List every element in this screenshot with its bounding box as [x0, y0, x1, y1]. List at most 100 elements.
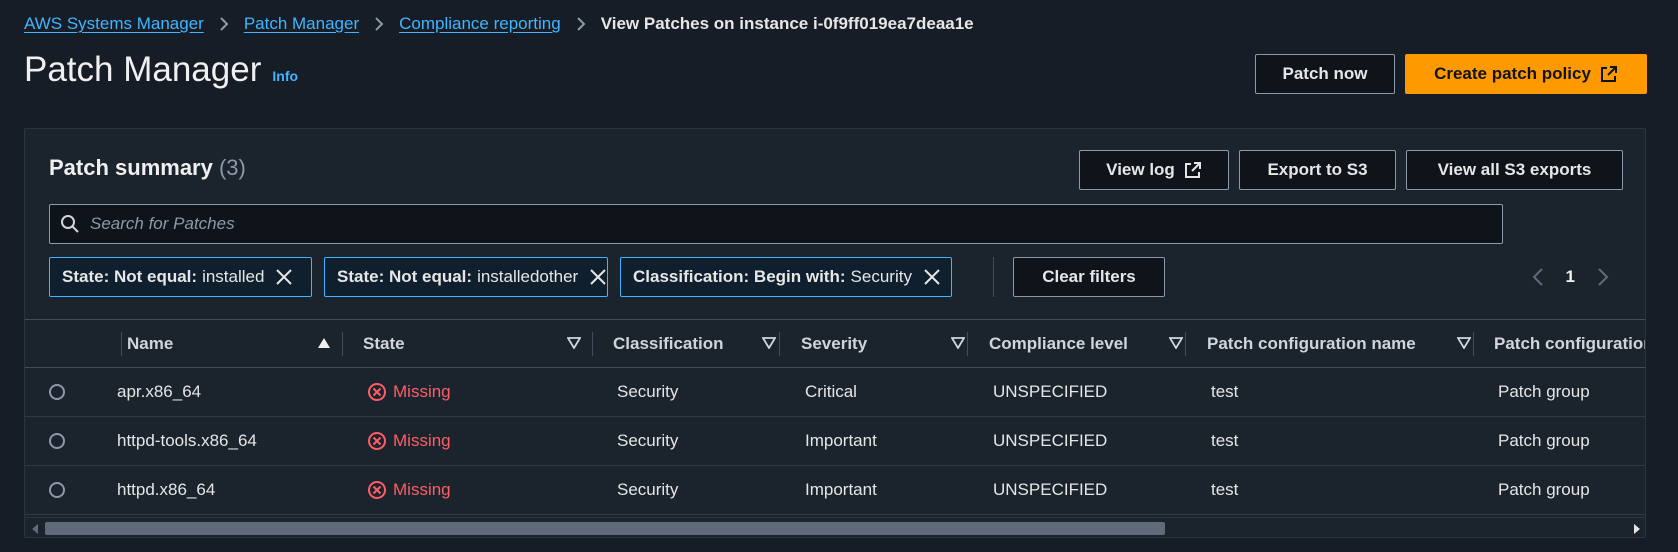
chevron-right-icon — [219, 16, 229, 32]
patch-now-label: Patch now — [1282, 64, 1368, 83]
cell-compliance-level: UNSPECIFIED — [993, 480, 1108, 499]
patch-count: (3) — [218, 155, 246, 180]
column-separator — [1185, 332, 1186, 356]
cell-state: Missing — [367, 466, 451, 514]
cell-patch-configuration-name: test — [1211, 431, 1239, 450]
filter-divider — [993, 257, 994, 297]
row-select-radio[interactable] — [49, 482, 65, 498]
sort-icon — [1457, 337, 1471, 349]
external-link-icon — [1184, 161, 1202, 179]
panel-title: Patch summary (3) — [49, 155, 246, 181]
cell-name: httpd-tools.x86_64 — [117, 431, 257, 450]
breadcrumb-patch-manager[interactable]: Patch Manager — [244, 14, 359, 34]
clear-filters-button[interactable]: Clear filters — [1013, 257, 1165, 297]
page-title-text: Patch Manager — [24, 50, 262, 89]
sort-icon — [1169, 337, 1183, 349]
scroll-right-icon[interactable] — [1633, 522, 1641, 537]
cell-severity: Critical — [805, 382, 857, 401]
remove-filter-icon[interactable] — [588, 267, 608, 287]
horizontal-scrollbar[interactable] — [25, 517, 1645, 537]
sort-ascending-icon — [317, 337, 331, 349]
filter-value: installed — [202, 267, 265, 286]
cell-name: apr.x86_64 — [117, 382, 202, 401]
remove-filter-icon[interactable] — [922, 267, 942, 287]
table-row[interactable]: httpd-tools.x86_64 Missing Security Impo… — [25, 417, 1645, 466]
filter-value: Security — [850, 267, 912, 286]
error-circle-icon — [367, 382, 387, 402]
chevron-right-icon — [374, 16, 384, 32]
column-separator — [592, 332, 593, 356]
cell-patch-configuration-name: test — [1211, 480, 1239, 499]
table-row[interactable]: apr.x86_64 Missing Security Critical UNS… — [25, 368, 1645, 417]
row-select-radio[interactable] — [49, 433, 65, 449]
cell-state: Missing — [367, 368, 451, 416]
column-label: Compliance level — [989, 333, 1128, 353]
patch-now-button[interactable]: Patch now — [1255, 54, 1395, 94]
search-icon — [60, 214, 80, 234]
export-to-s3-button[interactable]: Export to S3 — [1239, 150, 1396, 190]
cell-patch-configuration: Patch group — [1498, 480, 1590, 499]
cell-classification: Security — [617, 431, 679, 450]
filter-token: State: Not equal: installed — [49, 257, 312, 297]
column-label: Severity — [801, 333, 868, 353]
filter-value: installedother — [477, 267, 579, 286]
column-label: Name — [127, 333, 174, 353]
column-label: State — [363, 333, 405, 353]
column-patch-configuration-name[interactable]: Patch configuration name — [1197, 320, 1485, 367]
sort-icon — [762, 337, 776, 349]
column-separator — [342, 332, 343, 356]
cell-classification: Security — [617, 480, 679, 499]
cell-compliance-level: UNSPECIFIED — [993, 431, 1108, 450]
breadcrumb-compliance-reporting[interactable]: Compliance reporting — [399, 14, 561, 34]
create-patch-policy-button[interactable]: Create patch policy — [1405, 54, 1647, 94]
column-label: Patch configuration name — [1207, 333, 1416, 353]
error-circle-icon — [367, 480, 387, 500]
info-link[interactable]: Info — [272, 68, 298, 84]
column-name[interactable]: Name — [117, 320, 345, 367]
sort-icon — [951, 337, 965, 349]
column-severity[interactable]: Severity — [791, 320, 979, 367]
remove-filter-icon[interactable] — [274, 267, 294, 287]
column-label: Classification — [613, 333, 724, 353]
pagination: 1 — [1532, 257, 1609, 297]
state-text: Missing — [393, 431, 451, 450]
column-separator — [1473, 332, 1474, 356]
column-state[interactable]: State — [353, 320, 595, 367]
clear-filters-label: Clear filters — [1042, 267, 1136, 286]
cell-severity: Important — [805, 480, 877, 499]
filter-key: Classification: Begin with: — [633, 267, 846, 286]
breadcrumb-systems-manager[interactable]: AWS Systems Manager — [24, 14, 204, 34]
cell-severity: Important — [805, 431, 877, 450]
view-log-label: View log — [1106, 160, 1175, 179]
patch-summary-panel: Patch summary (3) View log Export to S3 … — [24, 128, 1646, 538]
view-all-s3-exports-button[interactable]: View all S3 exports — [1406, 150, 1623, 190]
cell-patch-configuration-name: test — [1211, 382, 1239, 401]
create-patch-policy-label: Create patch policy — [1434, 64, 1591, 83]
breadcrumb: AWS Systems Manager Patch Manager Compli… — [24, 12, 974, 36]
scroll-left-icon[interactable] — [31, 522, 39, 537]
scrollbar-thumb[interactable] — [45, 522, 1165, 535]
search-placeholder: Search for Patches — [90, 214, 235, 233]
filter-key: State: Not equal: — [337, 267, 473, 286]
error-circle-icon — [367, 431, 387, 451]
chevron-left-icon[interactable] — [1532, 267, 1544, 287]
cell-compliance-level: UNSPECIFIED — [993, 382, 1108, 401]
cell-state: Missing — [367, 417, 451, 465]
breadcrumb-current: View Patches on instance i-0f9ff019ea7de… — [600, 14, 974, 33]
cell-classification: Security — [617, 382, 679, 401]
row-select-radio[interactable] — [49, 384, 65, 400]
panel-title-text: Patch summary — [49, 155, 213, 180]
view-log-button[interactable]: View log — [1079, 150, 1229, 190]
table-row[interactable]: httpd.x86_64 Missing Security Important … — [25, 466, 1645, 515]
chevron-right-icon[interactable] — [1597, 267, 1609, 287]
column-classification[interactable]: Classification — [603, 320, 790, 367]
cell-name: httpd.x86_64 — [117, 480, 216, 499]
cell-patch-configuration: Patch group — [1498, 431, 1590, 450]
external-link-icon — [1600, 65, 1618, 83]
current-page[interactable]: 1 — [1566, 267, 1575, 287]
column-patch-configuration[interactable]: Patch configuration — [1484, 320, 1645, 367]
chevron-right-icon — [576, 16, 586, 32]
search-input[interactable]: Search for Patches — [49, 204, 1503, 244]
page-title: Patch Manager Info — [24, 50, 298, 90]
column-compliance-level[interactable]: Compliance level — [979, 320, 1197, 367]
